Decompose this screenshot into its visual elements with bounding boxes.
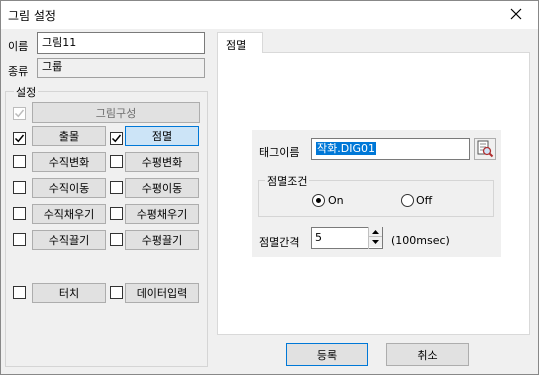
touch-button[interactable]: 터치 — [32, 283, 106, 303]
check-icon — [14, 109, 25, 118]
horizontal-change-label: 수평변화 — [141, 156, 183, 169]
horizontal-change-button[interactable]: 수평변화 — [125, 152, 199, 172]
checkbox-picture-compose[interactable] — [13, 107, 26, 120]
spin-down-icon — [372, 240, 379, 244]
horizontal-move-label: 수평이동 — [141, 182, 183, 195]
blink-condition-title: 점멸조건 — [265, 173, 310, 189]
appear-label: 출몰 — [58, 130, 80, 143]
radio-off-label: Off — [416, 194, 433, 207]
radio-off[interactable] — [401, 194, 414, 207]
kind-field: 그룹 — [37, 58, 205, 78]
vertical-change-button[interactable]: 수직변화 — [32, 152, 106, 172]
horizontal-fill-label: 수평채우기 — [136, 208, 188, 221]
checkbox-vertical-change[interactable] — [13, 155, 26, 168]
spin-down-button[interactable] — [369, 237, 382, 247]
cancel-button[interactable]: 취소 — [386, 343, 469, 366]
blink-label: 점멸 — [151, 130, 173, 143]
vertical-fill-label: 수직채우기 — [43, 208, 95, 221]
checkbox-blink[interactable] — [110, 132, 123, 145]
dialog-window: 그림 설정 이름 그림11 종류 그룹 설정 그림구성 출몰 점멸 수직변화 수… — [0, 0, 539, 375]
tab-blink-label: 점멸 — [226, 39, 247, 52]
horizontal-drag-label: 수평끌기 — [141, 234, 183, 247]
checkbox-data-input[interactable] — [110, 286, 123, 299]
radio-on-label: On — [328, 194, 344, 207]
picture-compose-button[interactable]: 그림구성 — [32, 102, 200, 123]
spin-up-button[interactable] — [369, 227, 382, 237]
checkbox-horizontal-drag[interactable] — [110, 233, 123, 246]
appear-button[interactable]: 출몰 — [32, 126, 106, 146]
tag-browse-icon — [477, 140, 494, 158]
horizontal-drag-button[interactable]: 수평끌기 — [125, 230, 199, 250]
blink-interval-spinner[interactable] — [368, 227, 382, 249]
blink-button[interactable]: 점멸 — [125, 126, 199, 146]
tab-blink[interactable]: 점멸 — [217, 32, 263, 53]
tag-browse-button[interactable] — [474, 138, 496, 160]
tag-name-input[interactable]: 작화.DIG01 — [311, 138, 470, 160]
checkbox-horizontal-move[interactable] — [110, 181, 123, 194]
check-icon — [14, 134, 25, 143]
settings-group-title: 설정 — [14, 84, 39, 100]
vertical-move-button[interactable]: 수직이동 — [32, 178, 106, 198]
radio-on-dot — [316, 198, 321, 203]
kind-label: 종류 — [8, 65, 29, 78]
vertical-drag-button[interactable]: 수직끌기 — [32, 230, 106, 250]
close-icon — [510, 8, 522, 23]
tag-name-value: 작화.DIG01 — [316, 142, 376, 155]
checkbox-touch[interactable] — [13, 286, 26, 299]
checkbox-vertical-fill[interactable] — [13, 207, 26, 220]
register-button[interactable]: 등록 — [286, 343, 368, 366]
horizontal-fill-button[interactable]: 수평채우기 — [125, 204, 199, 224]
check-icon — [111, 134, 122, 143]
blink-interval-unit: (100msec) — [391, 234, 450, 247]
vertical-fill-button[interactable]: 수직채우기 — [32, 204, 106, 224]
data-input-button[interactable]: 데이터입력 — [125, 283, 199, 303]
name-input[interactable]: 그림11 — [37, 32, 205, 54]
blink-interval-label: 점멸간격 — [259, 236, 300, 249]
picture-compose-label: 그림구성 — [95, 106, 137, 120]
vertical-change-label: 수직변화 — [48, 156, 90, 169]
spin-up-icon — [372, 229, 379, 234]
close-button[interactable] — [494, 1, 538, 29]
register-label: 등록 — [316, 348, 338, 362]
checkbox-horizontal-change[interactable] — [110, 155, 123, 168]
vertical-move-label: 수직이동 — [48, 182, 90, 195]
checkbox-vertical-move[interactable] — [13, 181, 26, 194]
checkbox-appear[interactable] — [13, 132, 26, 145]
title-bar: 그림 설정 — [1, 1, 538, 29]
data-input-label: 데이터입력 — [136, 287, 188, 300]
name-label: 이름 — [8, 40, 29, 53]
checkbox-horizontal-fill[interactable] — [110, 207, 123, 220]
radio-on[interactable] — [312, 194, 325, 207]
horizontal-move-button[interactable]: 수평이동 — [125, 178, 199, 198]
vertical-drag-label: 수직끌기 — [48, 234, 90, 247]
checkbox-vertical-drag[interactable] — [13, 233, 26, 246]
tag-name-label: 태그이름 — [259, 146, 300, 159]
window-title: 그림 설정 — [8, 9, 56, 23]
blink-interval-value: 5 — [315, 231, 322, 244]
touch-label: 터치 — [58, 287, 80, 300]
cancel-label: 취소 — [417, 348, 438, 362]
